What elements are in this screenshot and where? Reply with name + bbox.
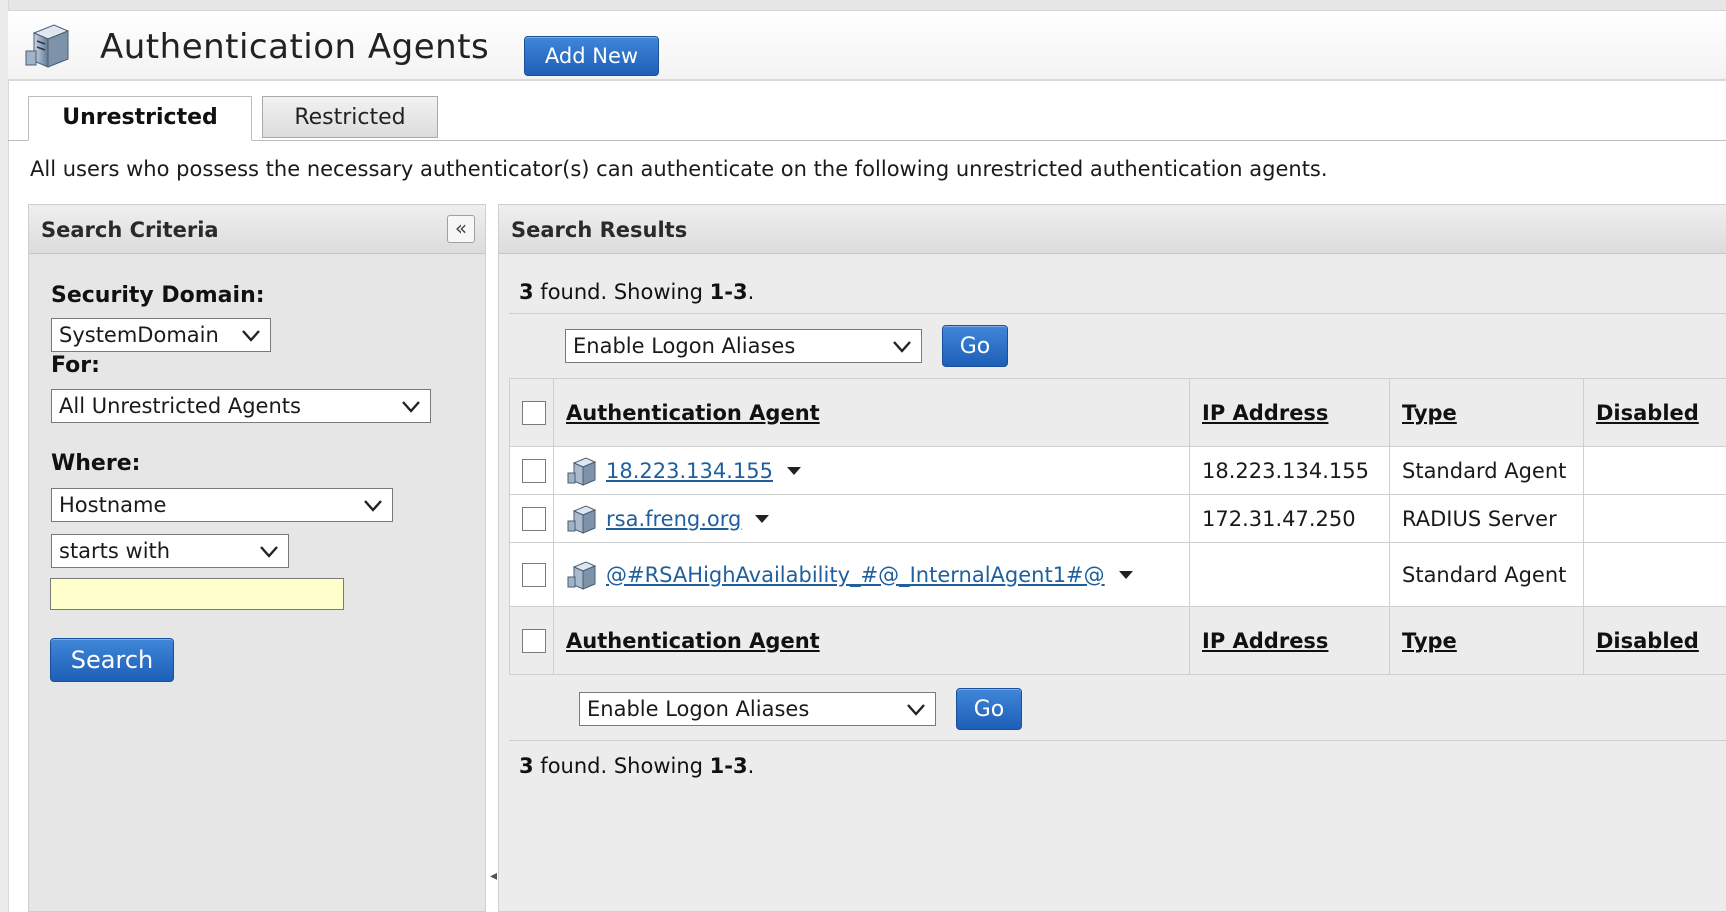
row-checkbox[interactable] (522, 459, 546, 483)
where-field-value: Hostname (59, 493, 167, 517)
for-select[interactable]: All Unrestricted Agents (51, 389, 431, 423)
bulk-action-value-bottom: Enable Logon Aliases (587, 697, 810, 721)
disabled-cell (1583, 494, 1726, 543)
divider (509, 313, 1726, 314)
row-checkbox[interactable] (522, 507, 546, 531)
col-disabled[interactable]: Disabled (1583, 378, 1726, 447)
results-found-text: found. Showing (533, 280, 710, 304)
divider (509, 740, 1726, 741)
agent-link[interactable]: rsa.freng.org (606, 507, 741, 531)
page-header: Authentication Agents Add New (8, 11, 1726, 81)
agent-cell: rsa.freng.org (553, 494, 1190, 543)
search-criteria-title: Search Criteria (41, 218, 219, 242)
select-all-checkbox[interactable] (522, 401, 546, 425)
chevron-down-icon (364, 500, 382, 512)
results-count-bottom: 3 found. Showing 1-3. (519, 754, 754, 778)
row-select-cell (509, 446, 554, 495)
disabled-cell (1583, 446, 1726, 495)
agent-link[interactable]: @#RSAHighAvailability_#@_InternalAgent1#… (606, 563, 1105, 587)
tab-unrestricted[interactable]: Unrestricted (28, 96, 252, 141)
chevron-down-icon (260, 546, 278, 558)
where-operator-select[interactable]: starts with (51, 534, 289, 568)
for-value: All Unrestricted Agents (59, 394, 301, 418)
type-cell: Standard Agent (1389, 446, 1584, 495)
row-menu-caret-icon[interactable] (787, 466, 801, 475)
col-ip-address[interactable]: IP Address (1189, 606, 1390, 675)
table-row: @#RSAHighAvailability_#@_InternalAgent1#… (509, 542, 1726, 607)
results-count-top: 3 found. Showing 1-3. (519, 280, 754, 304)
for-label: For: (51, 353, 100, 378)
chevron-down-icon (907, 704, 925, 716)
results-count: 3 (519, 754, 534, 778)
collapse-left-icon[interactable]: « (447, 215, 475, 243)
col-ip-address[interactable]: IP Address (1189, 378, 1390, 447)
security-domain-value: SystemDomain (59, 323, 219, 347)
select-all-cell (509, 606, 554, 675)
ip-cell (1189, 542, 1390, 607)
security-domain-label: Security Domain: (51, 283, 265, 308)
search-button[interactable]: Search (50, 638, 174, 682)
table-row: 18.223.134.155 18.223.134.155 Standard A… (509, 446, 1726, 495)
col-authentication-agent[interactable]: Authentication Agent (553, 378, 1190, 447)
results-range: 1-3 (709, 280, 748, 304)
row-select-cell (509, 542, 554, 607)
select-all-checkbox[interactable] (522, 629, 546, 653)
agent-cell: @#RSAHighAvailability_#@_InternalAgent1#… (553, 542, 1190, 607)
where-field-select[interactable]: Hostname (51, 488, 393, 522)
bulk-action-select-top[interactable]: Enable Logon Aliases (565, 329, 922, 363)
table-header-row: Authentication Agent IP Address Type Dis… (509, 378, 1726, 447)
top-strip (0, 0, 1726, 11)
type-cell: RADIUS Server (1389, 494, 1584, 543)
intro-text: All users who possess the necessary auth… (30, 157, 1328, 181)
ip-cell: 18.223.134.155 (1189, 446, 1390, 495)
table-row: rsa.freng.org 172.31.47.250 RADIUS Serve… (509, 494, 1726, 543)
search-results-header: Search Results (499, 205, 1726, 254)
page-title: Authentication Agents (100, 27, 490, 67)
results-found-text: found. Showing (533, 754, 710, 778)
col-type[interactable]: Type (1389, 606, 1584, 675)
add-new-button[interactable]: Add New (524, 36, 659, 76)
search-results-title: Search Results (511, 218, 688, 242)
bulk-action-select-bottom[interactable]: Enable Logon Aliases (579, 692, 936, 726)
server-agent-icon (567, 560, 597, 590)
agent-cell: 18.223.134.155 (553, 446, 1190, 495)
row-menu-caret-icon[interactable] (755, 514, 770, 523)
row-checkbox[interactable] (522, 563, 546, 587)
where-operator-value: starts with (59, 539, 171, 563)
row-menu-caret-icon[interactable] (1118, 570, 1133, 579)
agent-link[interactable]: 18.223.134.155 (606, 459, 773, 483)
type-cell: Standard Agent (1389, 542, 1584, 607)
search-text-input[interactable] (50, 578, 344, 610)
agents-table: Authentication Agent IP Address Type Dis… (509, 378, 1726, 675)
go-button-bottom[interactable]: Go (956, 688, 1022, 730)
results-count: 3 (519, 280, 534, 304)
results-period: . (747, 280, 755, 304)
server-agent-icon (567, 504, 597, 534)
results-period: . (747, 754, 755, 778)
results-range: 1-3 (709, 754, 748, 778)
chevron-down-icon (893, 341, 911, 353)
row-select-cell (509, 494, 554, 543)
col-authentication-agent[interactable]: Authentication Agent (553, 606, 1190, 675)
disabled-cell (1583, 542, 1726, 607)
go-button-top[interactable]: Go (942, 325, 1008, 367)
server-agent-icon (25, 24, 70, 68)
panel-splitter-handle[interactable]: ◂ (490, 868, 497, 884)
select-all-cell (509, 378, 554, 447)
search-criteria-panel: Search Criteria « Security Domain: Syste… (28, 204, 486, 912)
search-results-panel: Search Results 3 found. Showing 1-3. Ena… (498, 204, 1726, 912)
where-label: Where: (51, 451, 141, 476)
tab-restricted[interactable]: Restricted (262, 96, 438, 138)
col-disabled[interactable]: Disabled (1583, 606, 1726, 675)
chevron-down-icon (242, 330, 260, 342)
bulk-action-value-top: Enable Logon Aliases (573, 334, 796, 358)
col-type[interactable]: Type (1389, 378, 1584, 447)
table-footer-row: Authentication Agent IP Address Type Dis… (509, 606, 1726, 675)
ip-cell: 172.31.47.250 (1189, 494, 1390, 543)
security-domain-select[interactable]: SystemDomain (51, 318, 271, 352)
tab-bar: Unrestricted Restricted (8, 96, 1726, 141)
server-agent-icon (567, 456, 597, 486)
search-criteria-header: Search Criteria « (29, 205, 485, 254)
chevron-down-icon (402, 401, 420, 413)
